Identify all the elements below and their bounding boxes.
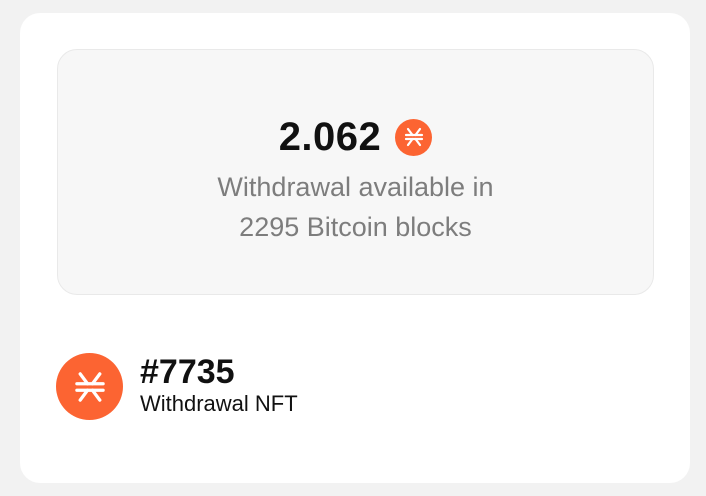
withdrawal-card: 2.062 Withdrawal available in 2295 Bitco… [20,13,690,483]
withdrawal-availability-line2: 2295 Bitcoin blocks [239,212,472,242]
nft-text: #7735 Withdrawal NFT [140,355,298,417]
withdrawal-availability: Withdrawal available in 2295 Bitcoin blo… [58,167,653,247]
nft-label: Withdrawal NFT [140,391,298,417]
stx-icon [56,353,123,420]
balance-panel: 2.062 Withdrawal available in 2295 Bitco… [57,49,654,295]
amount-row: 2.062 [58,117,653,157]
stx-icon [395,118,433,156]
withdrawal-amount: 2.062 [278,115,382,159]
withdrawal-availability-line1: Withdrawal available in [217,172,494,202]
nft-id: #7735 [140,353,235,392]
withdrawal-nft-row: #7735 Withdrawal NFT [56,353,298,420]
